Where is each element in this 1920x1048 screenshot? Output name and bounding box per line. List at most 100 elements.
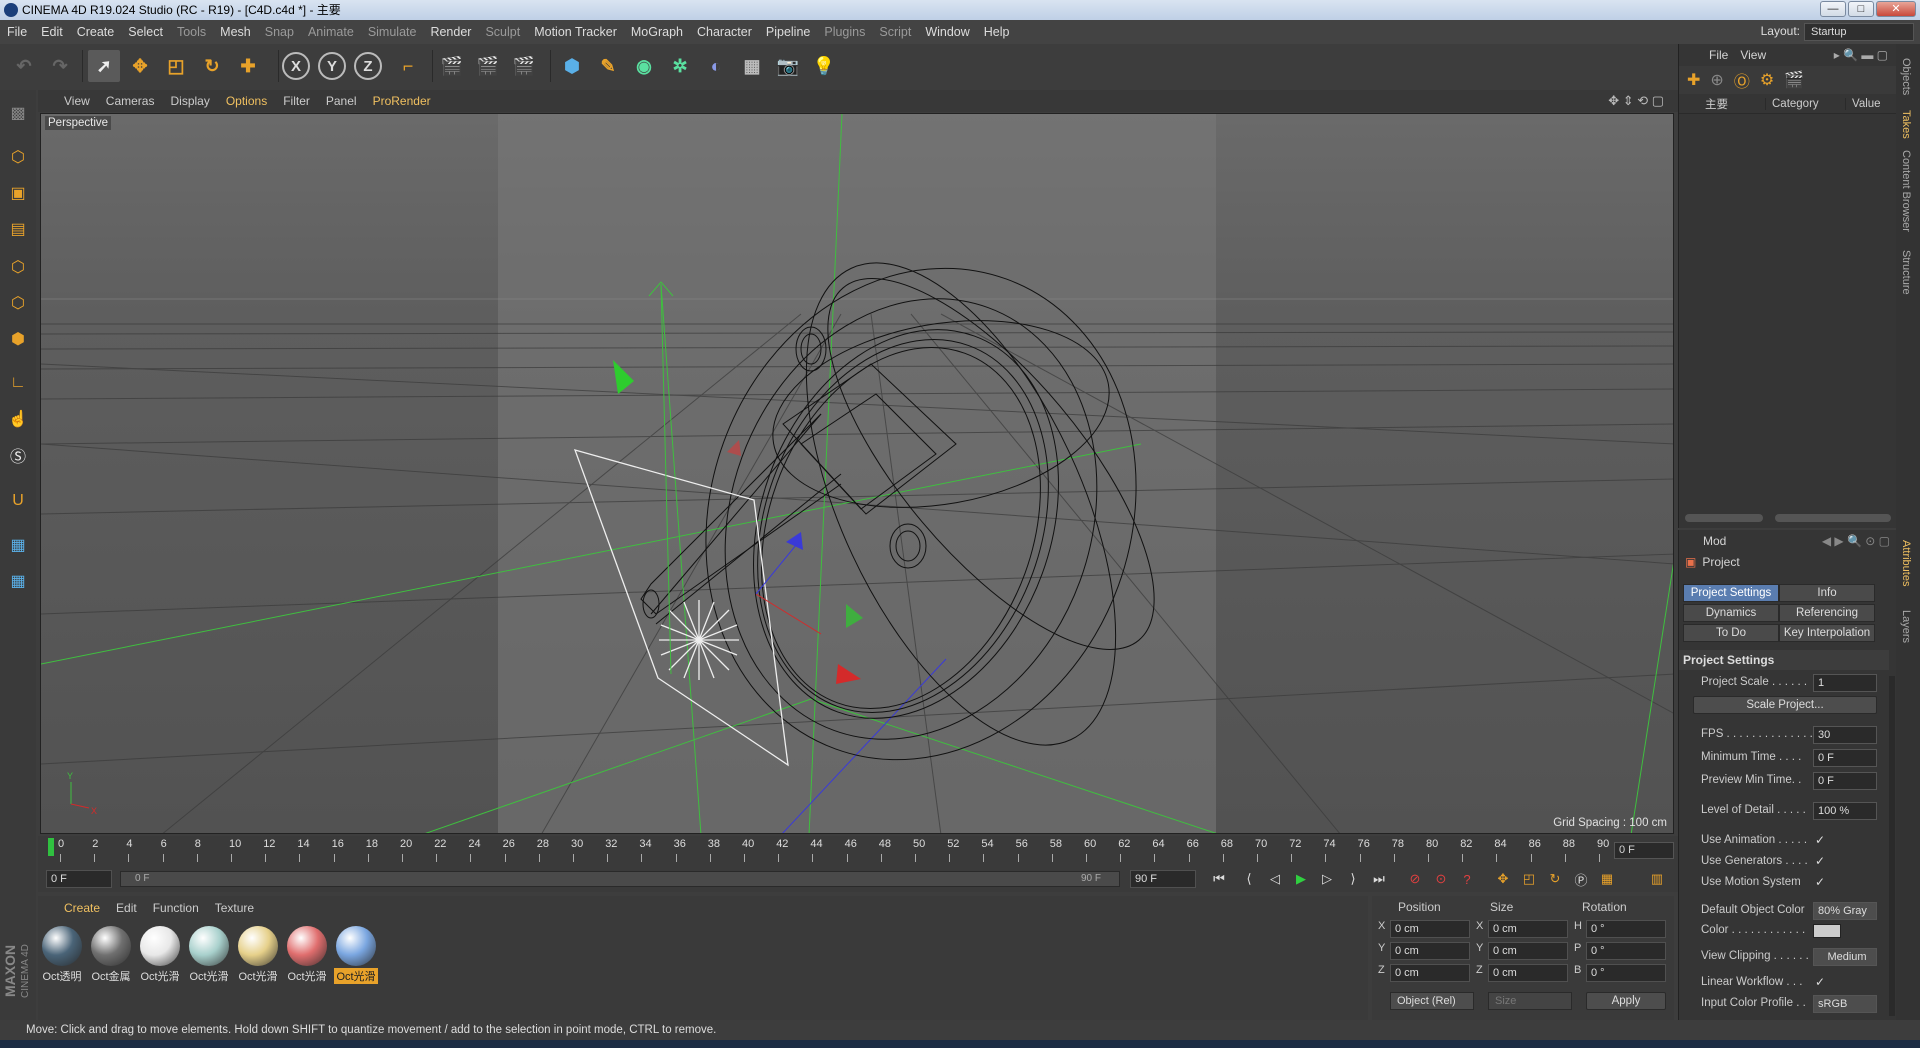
attribute-menu-mode[interactable]: Mod <box>1703 534 1726 548</box>
solo-mode-icon[interactable]: ▦ <box>3 566 33 596</box>
checkbox-use-motion[interactable]: ✓ <box>1815 875 1825 889</box>
end-frame-field[interactable]: 90 F <box>1130 870 1196 888</box>
menu-character[interactable]: Character <box>690 20 759 44</box>
side-tab-content-browser[interactable]: Content Browser <box>1900 150 1912 232</box>
menu-mesh[interactable]: Mesh <box>213 20 258 44</box>
object-menu-view[interactable]: View <box>1734 48 1772 62</box>
menu-mograph[interactable]: MoGraph <box>624 20 690 44</box>
tab-dynamics[interactable]: Dynamics <box>1683 604 1779 622</box>
layout-select[interactable]: Startup <box>1804 23 1914 41</box>
checkbox-use-generators[interactable]: ✓ <box>1815 854 1825 868</box>
go-to-start-icon[interactable]: ⏮ <box>1208 869 1230 889</box>
menu-snap[interactable]: Snap <box>258 20 301 44</box>
select-view-clipping[interactable]: Medium <box>1813 948 1877 966</box>
coord-rotation-field[interactable]: 0 ° <box>1586 942 1666 960</box>
material-swatch[interactable]: Oct光滑 <box>236 926 280 984</box>
prev-frame-icon[interactable]: ◁ <box>1264 869 1286 889</box>
field-lod[interactable]: 100 % <box>1813 802 1877 820</box>
color-swatch[interactable] <box>1813 924 1841 938</box>
viewport-nav-icons[interactable]: ✥ ⇕ ⟲ ▢ <box>1608 93 1664 109</box>
side-tab-objects[interactable]: Objects <box>1900 58 1912 95</box>
prev-key-icon[interactable]: ⟨ <box>1238 869 1260 889</box>
tab-key-interpolation[interactable]: Key Interpolation <box>1779 624 1875 642</box>
side-tab-attributes[interactable]: Attributes <box>1900 540 1912 586</box>
move-tool-icon[interactable]: ✥ <box>124 50 156 82</box>
preview-range-slider[interactable]: 0 F 90 F <box>120 871 1120 887</box>
live-selection-icon[interactable]: ➚ <box>88 50 120 82</box>
scale-project-button[interactable]: Scale Project... <box>1693 696 1877 714</box>
material-swatch[interactable]: Oct透明 <box>40 926 84 984</box>
redo-icon[interactable]: ↷ <box>44 50 76 82</box>
take-lock-icon[interactable]: ⚙ <box>1760 70 1774 90</box>
take-override-icon[interactable]: ⊕ <box>1710 70 1723 90</box>
start-frame-field[interactable]: 0 F <box>46 870 112 888</box>
subdivision-surface-icon[interactable]: ◉ <box>628 50 660 82</box>
next-key-icon[interactable]: ⟩ <box>1342 869 1364 889</box>
select-default-color[interactable]: 80% Gray <box>1813 902 1877 920</box>
material-swatch[interactable]: Oct金属 <box>89 926 133 984</box>
coord-rotation-field[interactable]: 0 ° <box>1586 920 1666 938</box>
menu-simulate[interactable]: Simulate <box>361 20 424 44</box>
takes-hscroll-left[interactable] <box>1685 514 1763 522</box>
menu-tools[interactable]: Tools <box>170 20 213 44</box>
menu-create[interactable]: Create <box>70 20 122 44</box>
material-swatch[interactable]: Oct光滑 <box>138 926 182 984</box>
viewport-menu-cameras[interactable]: Cameras <box>98 90 163 112</box>
edges-mode-icon[interactable]: ⬡ <box>3 288 33 318</box>
timeline-layout-icon[interactable]: ▥ <box>1646 869 1668 889</box>
auto-key-icon[interactable]: ⊙ <box>1430 869 1452 889</box>
y-axis-lock-button[interactable]: Y <box>318 52 346 80</box>
minimize-button[interactable]: — <box>1820 1 1846 17</box>
close-button[interactable]: ✕ <box>1876 1 1916 17</box>
playhead[interactable] <box>48 838 54 856</box>
menu-file[interactable]: File <box>0 20 34 44</box>
side-tab-layers[interactable]: Layers <box>1900 610 1912 643</box>
tab-referencing[interactable]: Referencing <box>1779 604 1875 622</box>
takes-hscroll-right[interactable] <box>1775 514 1891 522</box>
object-menu-file[interactable]: File <box>1703 48 1734 62</box>
cube-primitive-icon[interactable]: ⬢ <box>556 50 588 82</box>
next-frame-icon[interactable]: ▷ <box>1316 869 1338 889</box>
field-project-scale[interactable]: 1 <box>1813 674 1877 692</box>
attribute-scrollbar[interactable] <box>1889 676 1895 1016</box>
material-swatch[interactable]: Oct光滑 <box>334 926 378 984</box>
viewport-menu-filter[interactable]: Filter <box>275 90 318 112</box>
texture-mode-icon[interactable]: ▣ <box>3 178 33 208</box>
key-scale-icon[interactable]: ◰ <box>1518 869 1540 889</box>
tab-info[interactable]: Info <box>1779 584 1875 602</box>
make-editable-icon[interactable]: ▩ <box>3 98 33 128</box>
viewport-menu-view[interactable]: View <box>56 90 98 112</box>
coord-rotation-field[interactable]: 0 ° <box>1586 964 1666 982</box>
apply-button[interactable]: Apply <box>1586 992 1666 1010</box>
viewport-menu-panel[interactable]: Panel <box>318 90 365 112</box>
checkbox-linear-workflow[interactable]: ✓ <box>1815 975 1825 989</box>
menu-plugins[interactable]: Plugins <box>817 20 872 44</box>
lock-workplane-icon[interactable]: ▦ <box>3 530 33 560</box>
rotate-tool-icon[interactable]: ↻ <box>196 50 228 82</box>
material-menu-edit[interactable]: Edit <box>108 898 145 918</box>
deformer-icon[interactable]: ◐ <box>700 50 732 82</box>
render-view-icon[interactable]: 🎬 <box>436 50 468 82</box>
coord-size-field[interactable]: 0 cm <box>1488 964 1568 982</box>
object-manager-tools-icon[interactable]: ▸ 🔍 ▬ ▢ <box>1834 48 1888 62</box>
transform-tool-icon[interactable]: ✚ <box>232 50 264 82</box>
coordinate-system-icon[interactable]: ⌐ <box>392 50 424 82</box>
coord-size-mode-select[interactable]: Size <box>1488 992 1572 1010</box>
field-preview-min[interactable]: 0 F <box>1813 772 1877 790</box>
menu-render[interactable]: Render <box>423 20 478 44</box>
viewport-menu-display[interactable]: Display <box>162 90 217 112</box>
take-icon[interactable]: ✚ <box>1687 70 1700 90</box>
menu-motion-tracker[interactable]: Motion Tracker <box>527 20 624 44</box>
menu-pipeline[interactable]: Pipeline <box>759 20 817 44</box>
perspective-viewport[interactable]: Y X Perspective Grid Spacing : 100 cm <box>40 113 1674 834</box>
menu-window[interactable]: Window <box>918 20 976 44</box>
coord-mode-select[interactable]: Object (Rel) <box>1390 992 1474 1010</box>
tweak-mode-icon[interactable]: ☝ <box>3 404 33 434</box>
select-input-color[interactable]: sRGB <box>1813 995 1877 1013</box>
go-to-end-icon[interactable]: ⏭ <box>1368 869 1390 889</box>
key-position-icon[interactable]: ✥ <box>1492 869 1514 889</box>
light-icon[interactable]: 💡 <box>808 50 840 82</box>
menu-select[interactable]: Select <box>121 20 170 44</box>
x-axis-lock-button[interactable]: X <box>282 52 310 80</box>
key-help-icon[interactable]: ? <box>1456 869 1478 889</box>
